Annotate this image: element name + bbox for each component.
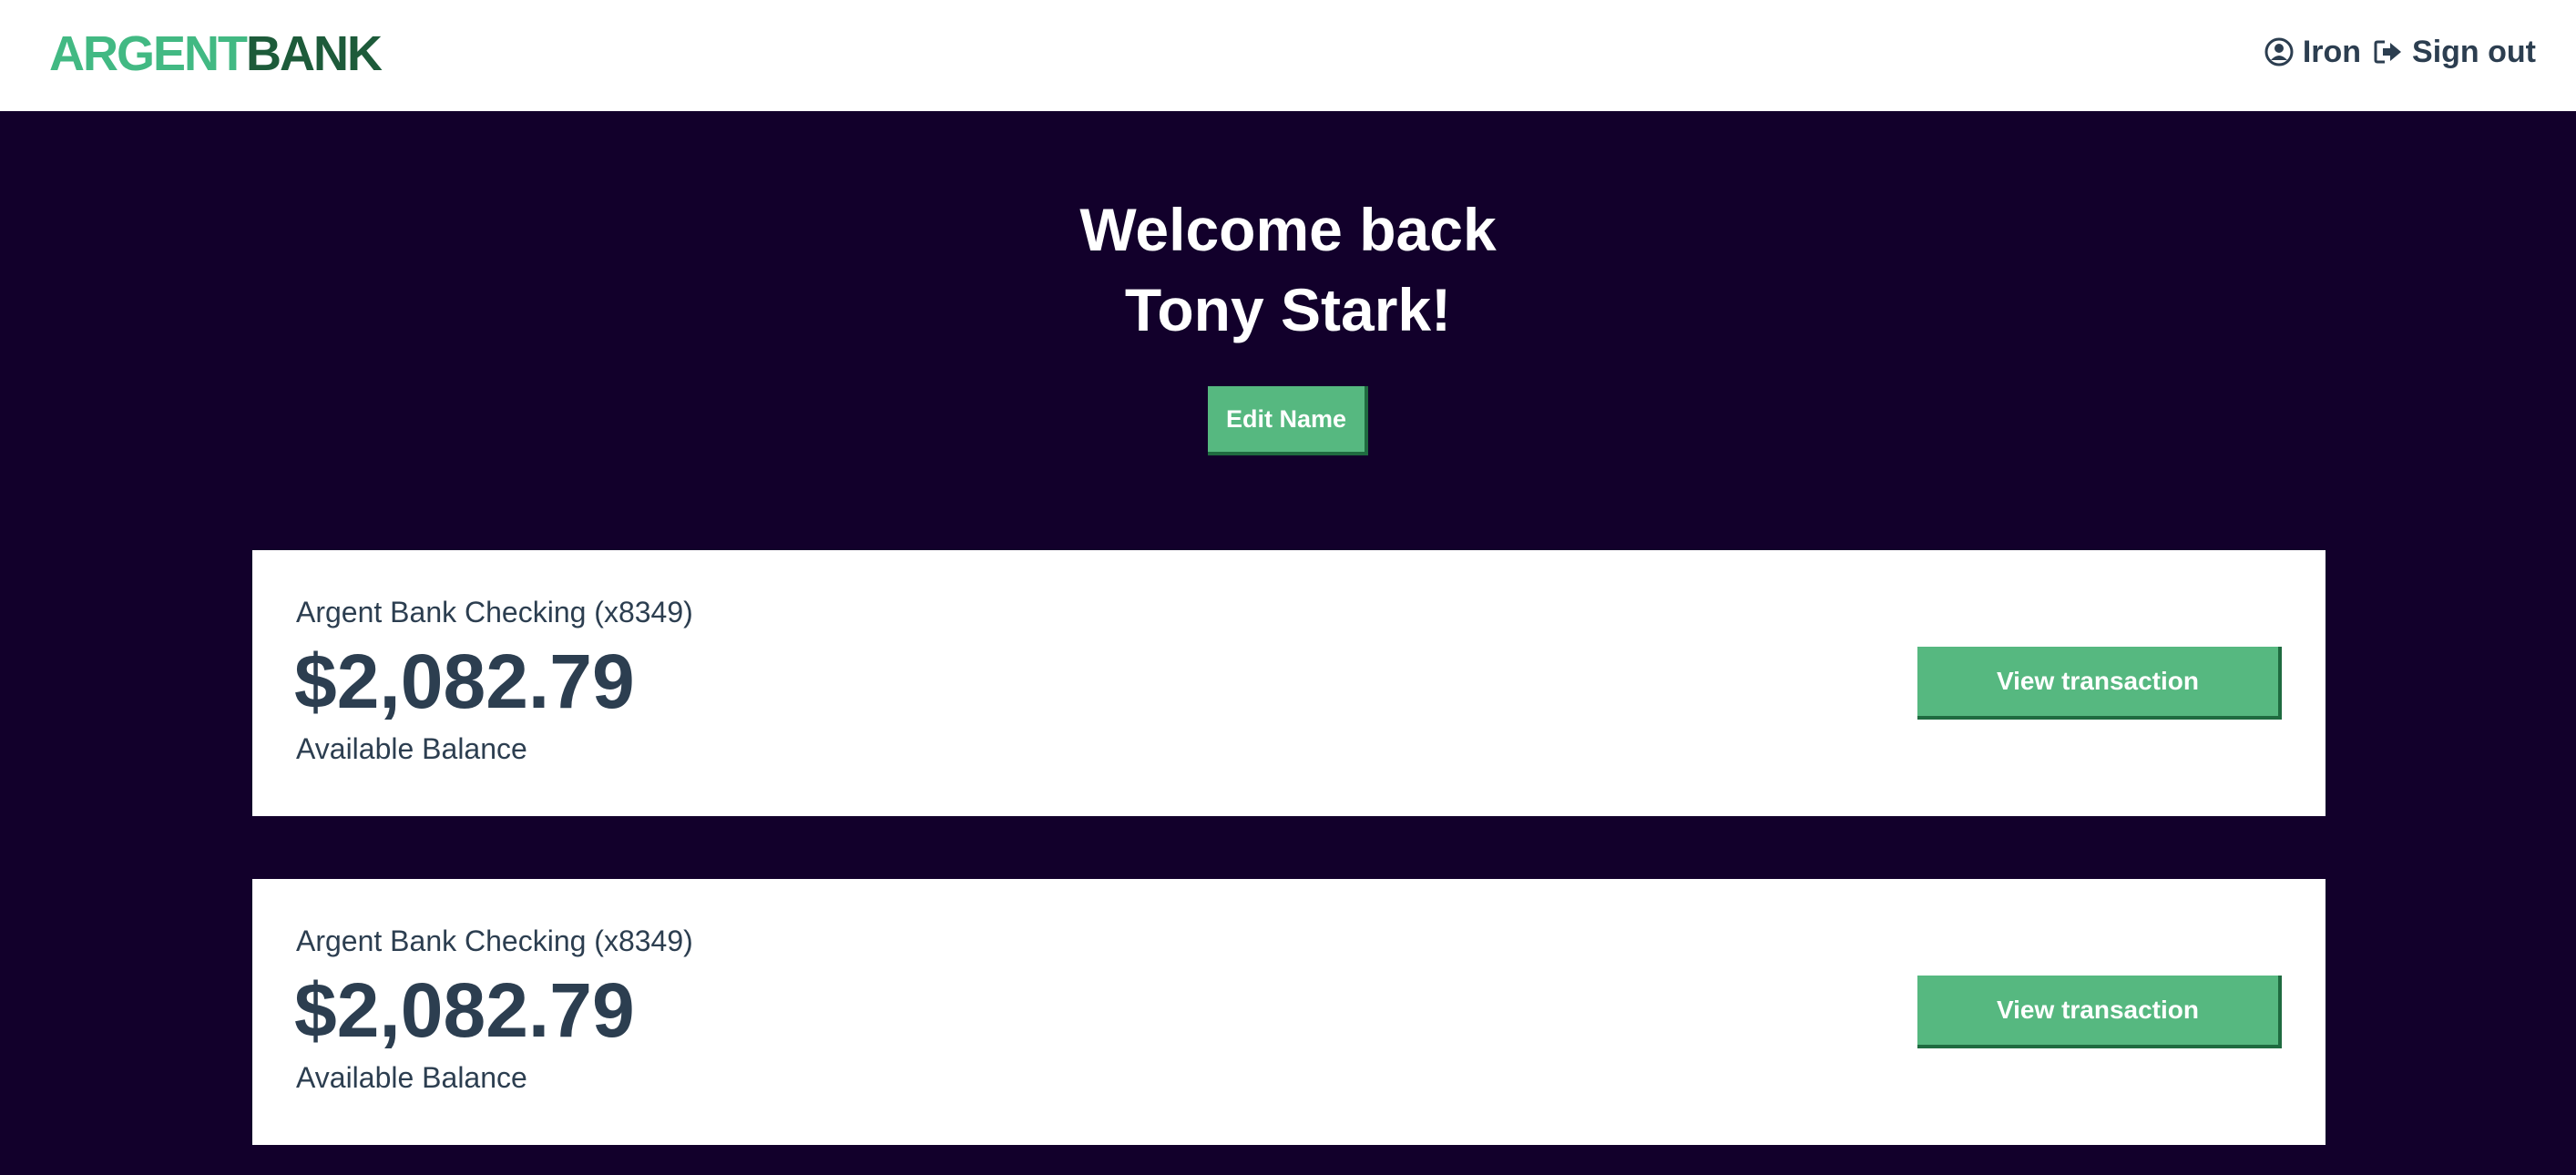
argent-bank-logo[interactable]: ARGENTBANK: [49, 24, 383, 84]
sign-out-label: Sign out: [2412, 34, 2536, 69]
account-amount-description: Available Balance: [296, 1061, 527, 1094]
sign-out-icon: [2374, 38, 2403, 66]
account-amount-description: Available Balance: [296, 732, 527, 765]
account-amount: $2,082.79: [294, 967, 635, 1053]
account-title: Argent Bank Checking (x8349): [296, 925, 693, 957]
sign-out-link[interactable]: Sign out: [2374, 35, 2536, 70]
account-amount: $2,082.79: [294, 639, 635, 724]
edit-name-button[interactable]: Edit Name: [1208, 386, 1368, 455]
user-circle-icon: [2264, 37, 2294, 66]
welcome-line-2: Tony Stark!: [1124, 276, 1452, 343]
account-title: Argent Bank Checking (x8349): [296, 596, 693, 628]
account-card: Argent Bank Checking (x8349) $2,082.79 A…: [252, 879, 2326, 1145]
view-transaction-button[interactable]: View transaction: [1917, 976, 2282, 1048]
profile-name: Iron: [2302, 34, 2362, 69]
user-nav: Iron Sign out: [2264, 29, 2536, 75]
profile-link[interactable]: Iron: [2264, 35, 2361, 70]
top-navbar: ARGENTBANK Iron Sign out: [0, 0, 2576, 111]
welcome-title: Welcome back Tony Stark!: [0, 189, 2576, 350]
account-card: Argent Bank Checking (x8349) $2,082.79 A…: [252, 550, 2326, 816]
logo-text-bank: BANK: [246, 26, 383, 81]
welcome-line-1: Welcome back: [1079, 196, 1497, 263]
view-transaction-button[interactable]: View transaction: [1917, 647, 2282, 720]
logo-text-argent: ARGENT: [49, 26, 248, 81]
